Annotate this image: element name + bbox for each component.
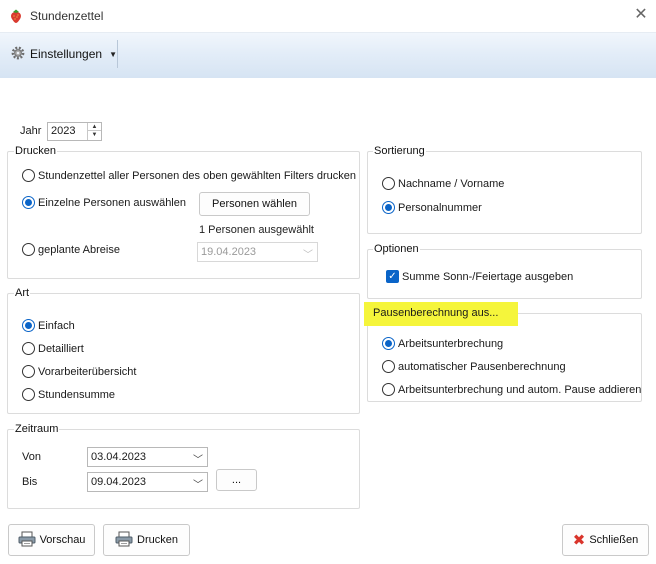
radio-select-persons[interactable]: Einzelne Personen auswählen: [22, 196, 186, 209]
type-group-title: Art: [14, 287, 31, 299]
spin-down-icon[interactable]: ▼: [88, 131, 101, 139]
close-window-icon[interactable]: ✕: [632, 6, 650, 24]
from-date-value: 03.04.2023: [91, 451, 147, 463]
select-persons-button[interactable]: Personen wählen: [199, 192, 310, 216]
printer-icon: [115, 531, 133, 550]
radio-dot: [382, 383, 395, 396]
print-group-title: Drucken: [14, 145, 57, 157]
sort-group-title: Sortierung: [373, 145, 426, 157]
checkbox-sum-holidays[interactable]: ✓ Summe Sonn-/Feiertage ausgeben: [386, 270, 573, 283]
radio-dot: [22, 342, 35, 355]
radio-planned-departure-label: geplante Abreise: [38, 243, 120, 256]
year-label: Jahr: [20, 125, 42, 137]
radio-dot: [22, 196, 35, 209]
radio-break-combined-label: Arbeitsunterbrechung und autom. Pause ad…: [398, 383, 642, 396]
radio-break-auto[interactable]: automatischer Pausenberechnung: [382, 360, 566, 373]
to-date-picker[interactable]: 09.04.2023 ﹀: [87, 472, 208, 492]
gear-icon: [10, 45, 26, 64]
from-date-picker[interactable]: 03.04.2023 ﹀: [87, 447, 208, 467]
radio-type-detailed[interactable]: Detailliert: [22, 342, 84, 355]
period-group: [7, 429, 360, 509]
spin-up-icon[interactable]: ▲: [88, 123, 101, 131]
close-x-icon: ✖: [572, 531, 586, 549]
close-button[interactable]: ✖ Schließen: [562, 524, 649, 556]
radio-type-foreman-label: Vorarbeiterübersicht: [38, 365, 137, 378]
radio-print-all[interactable]: Stundenzettel aller Personen des oben ge…: [22, 169, 356, 182]
to-label: Bis: [22, 476, 38, 488]
period-more-button[interactable]: ...: [216, 469, 257, 491]
period-more-button-label: ...: [231, 474, 242, 486]
to-date-value: 09.04.2023: [91, 476, 147, 488]
radio-dot: [382, 201, 395, 214]
radio-dot: [22, 365, 35, 378]
radio-sort-name[interactable]: Nachname / Vorname: [382, 177, 504, 190]
radio-planned-departure[interactable]: geplante Abreise: [22, 243, 120, 256]
radio-break-interruption-label: Arbeitsunterbrechung: [398, 337, 504, 350]
radio-sort-number[interactable]: Personalnummer: [382, 201, 482, 214]
radio-print-all-label: Stundenzettel aller Personen des oben ge…: [38, 169, 356, 182]
chevron-down-icon: ﹀: [193, 480, 203, 491]
close-button-label: Schließen: [589, 534, 639, 546]
radio-dot: [22, 319, 35, 332]
settings-menu-button[interactable]: Einstellungen ▼: [4, 40, 123, 68]
radio-type-sum[interactable]: Stundensumme: [22, 388, 115, 401]
print-button[interactable]: Drucken: [103, 524, 190, 556]
print-button-label: Drucken: [137, 534, 178, 546]
checkbox-sum-holidays-label: Summe Sonn-/Feiertage ausgeben: [402, 270, 574, 283]
departure-date-value: 19.04.2023: [201, 246, 257, 258]
radio-type-detailed-label: Detailliert: [38, 342, 84, 355]
toolbar-separator: [117, 40, 118, 68]
radio-sort-number-label: Personalnummer: [398, 201, 482, 214]
printer-preview-icon: [18, 531, 36, 550]
preview-button-label: Vorschau: [39, 534, 86, 546]
chevron-down-icon: ﹀: [193, 455, 203, 466]
options-group-title: Optionen: [373, 243, 420, 255]
year-value: 2023: [51, 125, 76, 137]
radio-type-simple-label: Einfach: [38, 319, 75, 332]
break-calc-group-title: Pausenberechnung aus...: [373, 307, 499, 319]
radio-dot: [22, 388, 35, 401]
radio-dot: [382, 360, 395, 373]
radio-break-interruption[interactable]: Arbeitsunterbrechung: [382, 337, 503, 350]
departure-date-picker[interactable]: 19.04.2023 ﹀: [197, 242, 318, 262]
radio-select-persons-label: Einzelne Personen auswählen: [38, 196, 186, 209]
radio-dot: [382, 337, 395, 350]
settings-label: Einstellungen: [30, 47, 103, 61]
select-persons-button-label: Personen wählen: [211, 198, 297, 210]
year-spinner[interactable]: 2023 ▲ ▼: [47, 122, 102, 141]
selected-count-text: 1 Personen ausgewählt: [199, 224, 314, 236]
radio-type-sum-label: Stundensumme: [38, 388, 116, 401]
sort-group: [367, 151, 642, 234]
window-title: Stundenzettel: [30, 9, 104, 23]
radio-sort-name-label: Nachname / Vorname: [398, 177, 505, 190]
period-group-title: Zeitraum: [14, 423, 60, 435]
radio-break-auto-label: automatischer Pausenberechnung: [398, 360, 566, 373]
radio-dot: [22, 243, 35, 256]
chevron-down-icon: ﹀: [303, 250, 313, 261]
from-label: Von: [22, 451, 41, 463]
chevron-down-icon: ▼: [109, 49, 117, 59]
radio-break-combined[interactable]: Arbeitsunterbrechung und autom. Pause ad…: [382, 383, 641, 396]
radio-dot: [382, 177, 395, 190]
checkmark-icon: ✓: [386, 270, 399, 283]
preview-button[interactable]: Vorschau: [8, 524, 95, 556]
radio-type-simple[interactable]: Einfach: [22, 319, 75, 332]
radio-type-foreman[interactable]: Vorarbeiterübersicht: [22, 365, 136, 378]
strawberry-app-icon: [8, 8, 24, 24]
radio-dot: [22, 169, 35, 182]
